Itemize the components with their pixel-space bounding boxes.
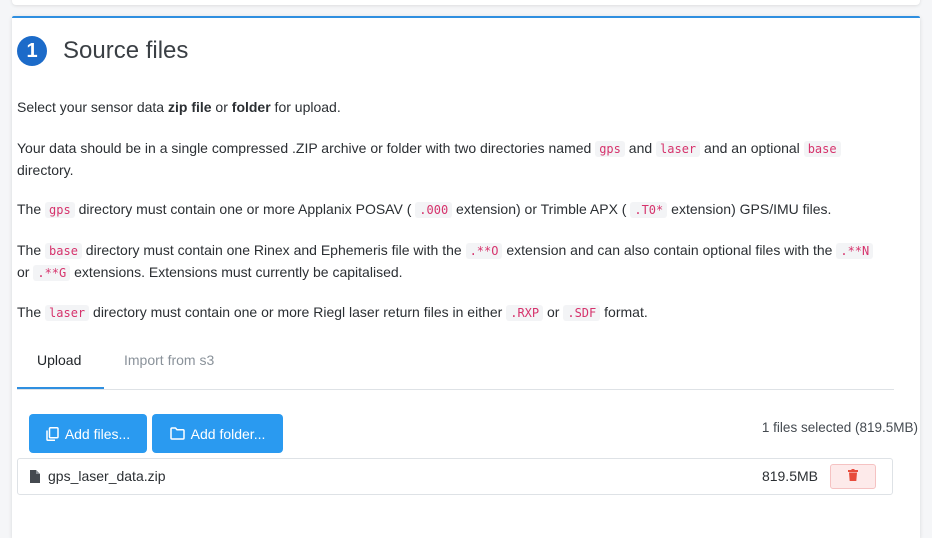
delete-file-button[interactable] xyxy=(830,464,876,489)
code-gps: gps xyxy=(45,202,75,218)
previous-card xyxy=(12,0,920,5)
code-g: .**G xyxy=(33,265,71,281)
code-n: .**N xyxy=(836,243,874,259)
code-laser: laser xyxy=(656,141,701,157)
files-selected-status: 1 files selected (819.5MB) xyxy=(761,420,918,435)
file-size: 819.5MB xyxy=(761,468,818,484)
code-rxp: .RXP xyxy=(506,305,544,321)
code-base: base xyxy=(45,243,82,259)
code-base: base xyxy=(803,141,841,157)
base-text: The base directory must contain one Rine… xyxy=(17,240,887,284)
file-icon xyxy=(30,470,40,488)
structure-text: Your data should be in a single compress… xyxy=(17,138,887,181)
tab-upload[interactable]: Upload xyxy=(17,346,104,389)
code-laser: laser xyxy=(45,305,90,321)
add-files-button[interactable]: Add files... xyxy=(29,414,147,453)
folder-icon xyxy=(169,427,185,440)
code-o: .**O xyxy=(465,243,503,259)
tab-import-s3[interactable]: Import from s3 xyxy=(104,346,234,389)
code-000: .000 xyxy=(415,202,453,218)
file-name: gps_laser_data.zip xyxy=(48,468,166,484)
step-header: 1 Source files xyxy=(17,36,188,66)
add-folder-button[interactable]: Add folder... xyxy=(152,414,283,453)
code-sdf: .SDF xyxy=(563,305,601,321)
file-row: gps_laser_data.zip 819.5MB xyxy=(17,458,893,495)
intro-text: Select your sensor data zip file or fold… xyxy=(17,99,341,115)
laser-text: The laser directory must contain one or … xyxy=(17,304,648,321)
upload-tabs: Upload Import from s3 xyxy=(17,346,894,390)
step-title: Source files xyxy=(63,37,189,64)
trash-icon xyxy=(848,468,858,486)
code-t0: .T0* xyxy=(630,202,668,218)
copy-icon xyxy=(46,426,59,441)
gps-text: The gps directory must contain one or mo… xyxy=(17,201,832,218)
code-gps: gps xyxy=(595,141,625,157)
step-number-badge: 1 xyxy=(17,36,47,66)
